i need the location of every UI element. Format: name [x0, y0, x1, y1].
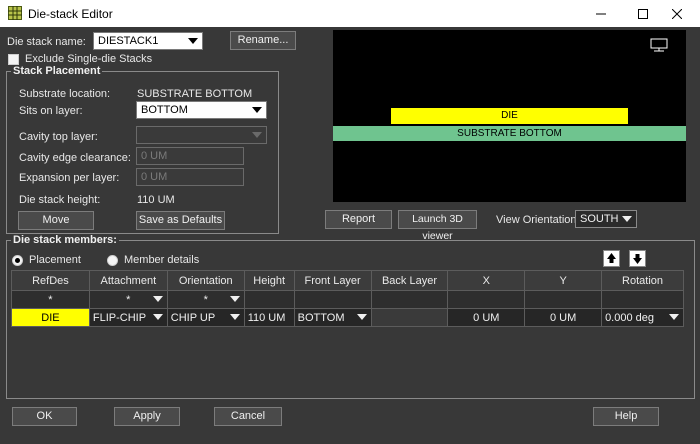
- die-stack-height-label: Die stack height:: [19, 194, 101, 206]
- chevron-down-icon: [622, 216, 632, 222]
- chevron-down-icon: [152, 296, 163, 302]
- window-title: Die-stack Editor: [28, 7, 113, 21]
- cavity-edge-clearance-label: Cavity edge clearance:: [19, 152, 131, 164]
- view-orientation-value: SOUTH: [580, 213, 619, 225]
- y-cell[interactable]: 0 UM: [524, 308, 603, 327]
- cavity-top-layer-label: Cavity top layer:: [19, 131, 98, 143]
- orientation-filter[interactable]: *: [166, 290, 245, 309]
- placement-radio-label: Placement: [29, 254, 81, 266]
- chevron-down-icon: [229, 296, 240, 302]
- minimize-button[interactable]: [578, 0, 624, 27]
- orientation-cell[interactable]: CHIP UP: [166, 308, 245, 327]
- cavity-edge-clearance-input[interactable]: 0 UM: [136, 147, 244, 165]
- view-orientation-dropdown[interactable]: SOUTH: [575, 210, 637, 228]
- launch-3d-viewer-button[interactable]: Launch 3D viewer: [398, 210, 477, 242]
- stack-preview-canvas[interactable]: DIE SUBSTRATE BOTTOM: [333, 30, 686, 202]
- filter-row: * * *: [11, 290, 684, 309]
- close-icon: [672, 8, 682, 19]
- column-header[interactable]: Y: [524, 270, 603, 291]
- rotation-value: 0.000 deg: [605, 311, 654, 324]
- chevron-down-icon: [669, 314, 679, 320]
- attachment-filter[interactable]: *: [88, 290, 168, 309]
- chevron-down-icon: [252, 132, 262, 138]
- column-header[interactable]: Back Layer: [370, 270, 449, 291]
- minimize-icon: [596, 13, 606, 14]
- front-layer-filter[interactable]: [293, 290, 372, 309]
- x-cell[interactable]: 0 UM: [447, 308, 526, 327]
- table-row[interactable]: DIE FLIP-CHIP CHIP UP 110 UM BOTTOM 0 UM…: [11, 308, 684, 327]
- move-up-button[interactable]: [603, 250, 620, 267]
- orientation-filter-value: *: [203, 293, 208, 306]
- fit-view-icon[interactable]: [650, 38, 668, 52]
- member-details-radio[interactable]: [107, 255, 118, 266]
- die-block: DIE: [391, 108, 628, 124]
- placement-radio[interactable]: [12, 255, 23, 266]
- expansion-per-layer-label: Expansion per layer:: [19, 172, 120, 184]
- y-filter[interactable]: [524, 290, 603, 309]
- help-button[interactable]: Help: [593, 407, 659, 426]
- chevron-down-icon: [356, 314, 367, 320]
- back-layer-filter[interactable]: [370, 290, 449, 309]
- chevron-down-icon: [188, 38, 198, 44]
- attachment-filter-value: *: [126, 293, 131, 306]
- apply-button[interactable]: Apply: [114, 407, 180, 426]
- attachment-value: FLIP-CHIP: [92, 311, 147, 324]
- title-bar: Die-stack Editor: [0, 0, 700, 27]
- column-header[interactable]: Attachment: [88, 270, 168, 291]
- column-header[interactable]: Rotation: [601, 270, 684, 291]
- members-table: RefDes Attachment Orientation Height Fro…: [11, 270, 684, 327]
- sits-on-layer-dropdown[interactable]: BOTTOM: [136, 101, 267, 119]
- report-button[interactable]: Report: [325, 210, 392, 229]
- column-header[interactable]: Front Layer: [293, 270, 372, 291]
- stack-placement-title: Stack Placement: [11, 65, 103, 77]
- front-layer-value: BOTTOM: [297, 311, 345, 324]
- exclude-single-die-label: Exclude Single-die Stacks: [25, 53, 153, 65]
- expansion-per-layer-input[interactable]: 0 UM: [136, 168, 244, 186]
- cancel-button[interactable]: Cancel: [214, 407, 282, 426]
- chevron-down-icon: [252, 107, 262, 113]
- height-filter[interactable]: [243, 290, 295, 309]
- height-cell[interactable]: 110 UM: [243, 308, 295, 327]
- move-button[interactable]: Move: [18, 211, 94, 230]
- rotation-filter[interactable]: [601, 290, 684, 309]
- x-filter[interactable]: [447, 290, 526, 309]
- column-header[interactable]: Height: [243, 270, 295, 291]
- close-button[interactable]: [654, 0, 700, 27]
- rotation-cell[interactable]: 0.000 deg: [601, 308, 684, 327]
- view-orientation-label: View Orientation:: [496, 214, 580, 226]
- back-layer-cell[interactable]: [370, 308, 449, 327]
- app-icon: [8, 6, 22, 20]
- substrate-block: SUBSTRATE BOTTOM: [333, 126, 686, 141]
- chevron-down-icon: [229, 314, 240, 320]
- substrate-location-value: SUBSTRATE BOTTOM: [137, 88, 253, 100]
- rename-button[interactable]: Rename...: [230, 31, 296, 50]
- substrate-location-label: Substrate location:: [19, 88, 111, 100]
- die-stack-name-label: Die stack name:: [7, 36, 86, 48]
- column-header[interactable]: X: [447, 270, 526, 291]
- move-down-button[interactable]: [629, 250, 646, 267]
- arrow-up-icon: [607, 253, 616, 263]
- save-as-defaults-button[interactable]: Save as Defaults: [136, 211, 225, 230]
- die-stack-name-value: DIESTACK1: [98, 35, 159, 47]
- refdes-filter[interactable]: *: [11, 290, 90, 309]
- sits-on-layer-label: Sits on layer:: [19, 105, 83, 117]
- die-stack-height-value: 110 UM: [137, 194, 175, 206]
- orientation-value: CHIP UP: [170, 311, 216, 324]
- arrow-down-icon: [633, 254, 642, 264]
- attachment-cell[interactable]: FLIP-CHIP: [88, 308, 168, 327]
- chevron-down-icon: [152, 314, 163, 320]
- member-details-radio-label: Member details: [124, 254, 200, 266]
- ok-button[interactable]: OK: [12, 407, 77, 426]
- exclude-single-die-checkbox[interactable]: [8, 54, 19, 65]
- front-layer-cell[interactable]: BOTTOM: [293, 308, 372, 327]
- table-header-row: RefDes Attachment Orientation Height Fro…: [11, 270, 684, 291]
- cavity-top-layer-dropdown[interactable]: [136, 126, 267, 144]
- maximize-icon: [638, 8, 648, 19]
- column-header[interactable]: RefDes: [11, 270, 90, 291]
- die-stack-members-title: Die stack members:: [11, 234, 119, 246]
- refdes-cell[interactable]: DIE: [11, 308, 90, 327]
- sits-on-layer-value: BOTTOM: [141, 104, 188, 116]
- die-stack-name-dropdown[interactable]: DIESTACK1: [93, 32, 203, 50]
- column-header[interactable]: Orientation: [166, 270, 245, 291]
